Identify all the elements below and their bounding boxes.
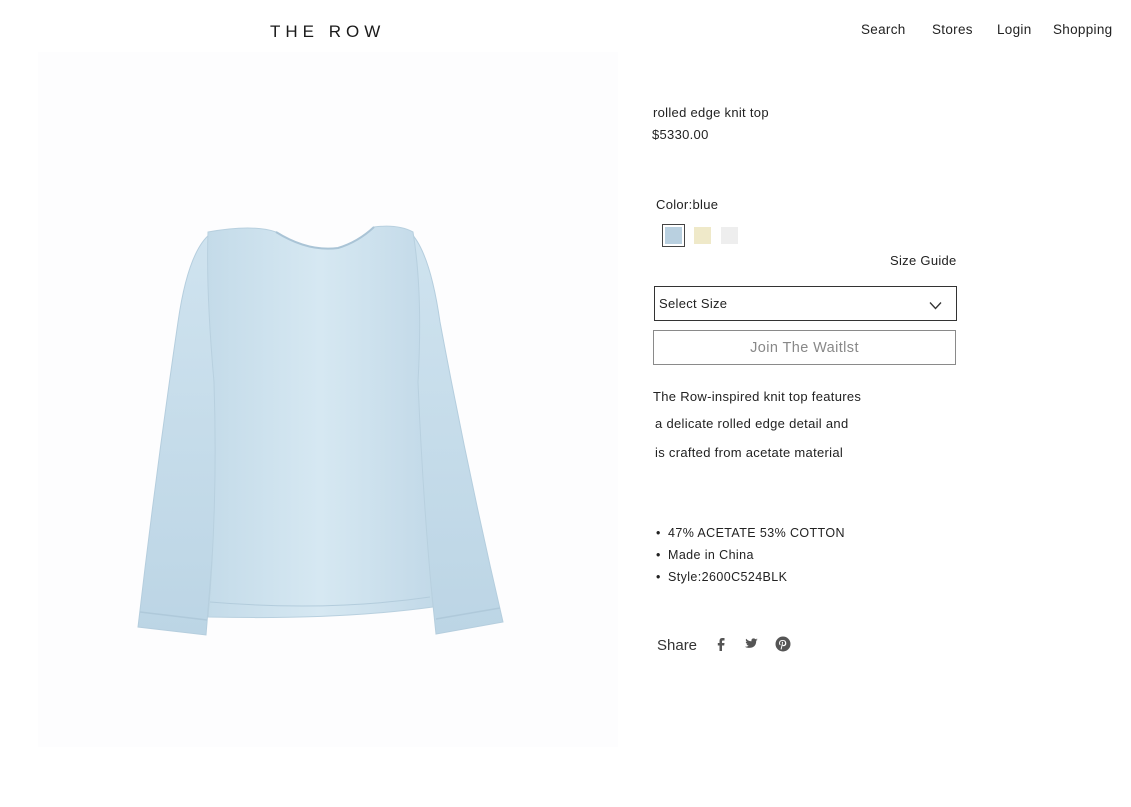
description-line: a delicate rolled edge detail and <box>655 416 849 431</box>
swatch-white[interactable] <box>721 227 738 244</box>
bullet: • <box>656 570 661 584</box>
detail-item: • Style:2600C524BLK <box>656 570 787 584</box>
description-line: The Row-inspired knit top features <box>653 389 862 404</box>
pinterest-icon[interactable] <box>774 635 792 653</box>
swatch-blue[interactable] <box>662 224 685 247</box>
brand-logo[interactable]: THE ROW <box>270 22 385 42</box>
detail-text: 47% ACETATE 53% COTTON <box>668 526 845 540</box>
detail-text: Style:2600C524BLK <box>668 570 788 584</box>
color-label: Color:blue <box>656 197 718 212</box>
nav-stores[interactable]: Stores <box>932 22 973 37</box>
nav-login[interactable]: Login <box>997 22 1032 37</box>
nav-shopping[interactable]: Shopping <box>1053 22 1112 37</box>
detail-text: Made in China <box>668 548 754 562</box>
size-select-label: Select Size <box>659 296 728 311</box>
color-value: blue <box>692 197 719 212</box>
blue-long-sleeve-top-photo <box>137 225 504 636</box>
bullet: • <box>656 548 661 562</box>
size-select[interactable]: Select Size <box>654 286 957 321</box>
share-label: Share <box>657 637 698 654</box>
color-label-prefix: Color: <box>656 197 693 212</box>
bullet: • <box>656 526 661 540</box>
product-name: rolled edge knit top <box>653 105 769 120</box>
chevron-down-icon <box>929 297 942 315</box>
nav-search[interactable]: Search <box>861 22 906 37</box>
size-guide-link[interactable]: Size Guide <box>890 253 957 268</box>
join-waitlist-button[interactable]: Join The Waitlst <box>653 330 956 365</box>
detail-item: • 47% ACETATE 53% COTTON <box>656 526 845 540</box>
product-price: $5330.00 <box>652 127 709 142</box>
swatch-cream[interactable] <box>694 227 711 244</box>
product-image <box>38 52 618 747</box>
detail-item: • Made in China <box>656 548 754 562</box>
description-line: is crafted from acetate material <box>655 445 844 460</box>
facebook-icon[interactable] <box>712 635 730 653</box>
twitter-icon[interactable] <box>742 635 760 653</box>
